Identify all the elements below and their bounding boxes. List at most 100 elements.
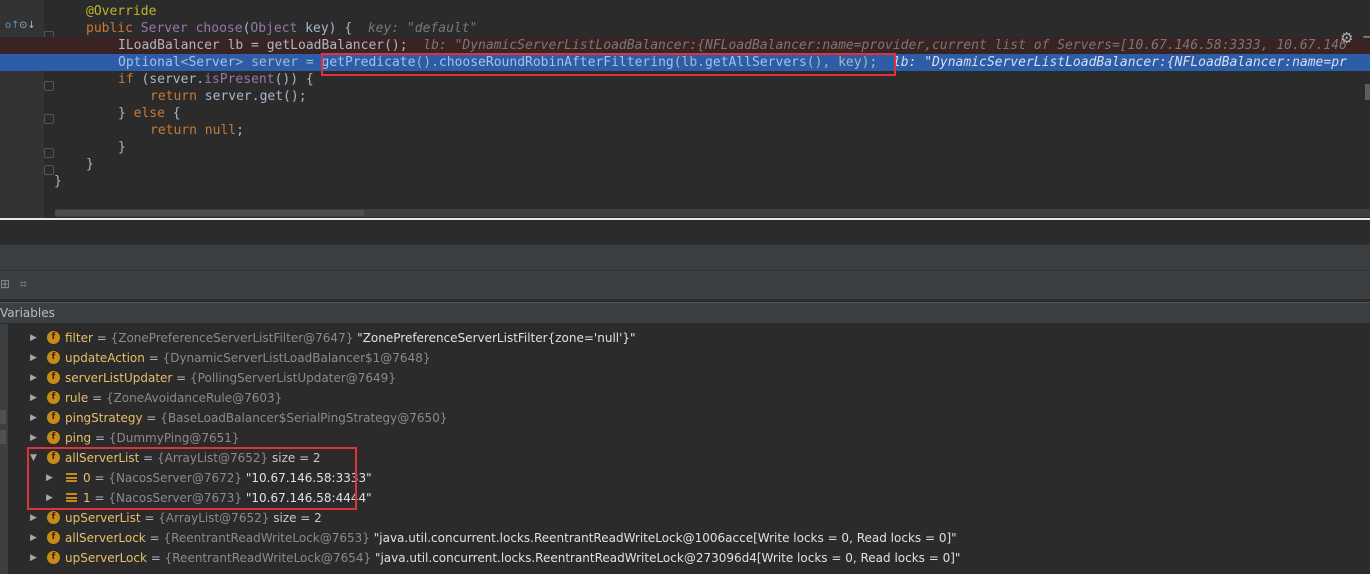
inline-debug-hint: lb: "DynamicServerListLoadBalancer:{NFLo… xyxy=(423,38,1347,53)
code-line[interactable]: return server.get(); xyxy=(0,88,1370,105)
restore-layout-icon[interactable]: ⊞ xyxy=(0,277,10,291)
field-icon: f xyxy=(47,511,60,524)
code-text: ILoadBalancer lb = getLoadBalancer(); xyxy=(118,38,408,53)
highlight-box-server-list xyxy=(27,447,357,510)
variable-text: ping = {DummyPing@7651} xyxy=(65,428,243,448)
gear-icon[interactable]: ⚙ xyxy=(1340,29,1353,47)
code-text: } xyxy=(118,140,126,155)
code-line[interactable]: } xyxy=(0,173,1370,190)
variable-row[interactable]: ▶ f updateAction = {DynamicServerListLoadB… xyxy=(0,348,1370,368)
code-text: (server. xyxy=(133,72,205,87)
variable-name: filter xyxy=(65,331,93,345)
variable-row[interactable]: ▶ f upServerLock = {ReentrantReadWriteLock… xyxy=(0,548,1370,568)
variable-type: {ArrayList@7652} xyxy=(158,511,270,525)
field-icon: f xyxy=(47,371,60,384)
variable-text: pingStrategy = {BaseLoadBalancer$SerialP… xyxy=(65,408,451,428)
variable-equals: = xyxy=(146,551,165,565)
expand-right-icon[interactable]: ▶ xyxy=(30,528,37,548)
variable-row[interactable]: ▶ f serverListUpdater = {PollingServerList… xyxy=(0,368,1370,388)
field-icon: f xyxy=(47,351,60,364)
code-line[interactable]: } xyxy=(0,139,1370,156)
code-text: } xyxy=(86,157,94,172)
variable-equals: = xyxy=(172,371,191,385)
code-editor[interactable]: o↑ ⊙↓ @Override public Server choose(Obj… xyxy=(0,0,1370,218)
debug-toolbar xyxy=(0,270,1370,299)
variable-type: {ZoneAvoidanceRule@7603} xyxy=(105,391,283,405)
type-name: Optional xyxy=(118,55,181,70)
code-text: ; xyxy=(236,123,244,138)
variable-name: upServerList xyxy=(65,511,141,525)
horizontal-scrollbar[interactable] xyxy=(55,209,1370,217)
variable-row[interactable]: ▶ f rule = {ZoneAvoidanceRule@7603} xyxy=(0,388,1370,408)
field-icon: f xyxy=(47,551,60,564)
keyword: else xyxy=(133,106,165,121)
expand-right-icon[interactable]: ▶ xyxy=(30,428,37,448)
inline-debug-hint-value: "default" xyxy=(406,21,478,36)
variable-name: upServerLock xyxy=(65,551,147,565)
type-name: Server xyxy=(188,55,236,70)
expand-right-icon[interactable]: ▶ xyxy=(30,348,37,368)
expand-right-icon[interactable]: ▶ xyxy=(30,328,37,348)
code-text: key) { xyxy=(297,21,353,36)
code-line[interactable]: } xyxy=(0,156,1370,173)
type-name: Server xyxy=(140,21,188,36)
field-icon: f xyxy=(47,391,60,404)
highlight-box-expression xyxy=(321,53,896,76)
inline-debug-hint: key: xyxy=(367,21,407,36)
expand-right-icon[interactable]: ▶ xyxy=(30,368,37,388)
layout-icon[interactable]: ⌗ xyxy=(20,277,27,292)
variable-equals: = xyxy=(91,431,109,445)
expand-right-icon[interactable]: ▶ xyxy=(30,408,37,428)
field-icon: f xyxy=(47,411,60,424)
variable-name: ping xyxy=(65,431,92,445)
scrollbar-thumb[interactable] xyxy=(55,210,365,216)
variable-type: {BaseLoadBalancer$SerialPingStrategy@765… xyxy=(160,411,448,425)
variable-type: {DummyPing@7651} xyxy=(108,431,240,445)
variable-equals: = xyxy=(140,511,159,525)
code-text: } xyxy=(54,174,62,189)
variable-name: rule xyxy=(65,391,89,405)
variable-row[interactable]: ▶ f allServerLock = {ReentrantReadWriteLoc… xyxy=(0,528,1370,548)
breakpoint-line[interactable]: ILoadBalancer lb = getLoadBalancer(); lb… xyxy=(0,37,1370,54)
code-line[interactable]: } else { xyxy=(0,105,1370,122)
variable-name: updateAction xyxy=(65,351,145,365)
method-name: isPresent xyxy=(204,72,275,87)
field-icon: f xyxy=(47,431,60,444)
variable-name: serverListUpdater xyxy=(65,371,173,385)
variable-text: updateAction = {DynamicServerListLoadBal… xyxy=(65,348,434,368)
code-line[interactable]: return null; xyxy=(0,122,1370,139)
variable-text: filter = {ZonePreferenceServerListFilter… xyxy=(65,328,636,348)
variable-row[interactable]: ▶ f upServerList = {ArrayList@7652} size =… xyxy=(0,508,1370,528)
code-text: server.get(); xyxy=(196,89,307,104)
code-line[interactable]: @Override xyxy=(0,3,1370,20)
variable-equals: = xyxy=(142,411,161,425)
expand-right-icon[interactable]: ▶ xyxy=(30,388,37,408)
variable-text: upServerLock = {ReentrantReadWriteLock@7… xyxy=(65,548,960,568)
variables-header: Variables xyxy=(0,302,1370,323)
annotation-text: @Override xyxy=(86,4,157,19)
variable-equals: = xyxy=(88,391,106,405)
debug-tab-bar xyxy=(0,244,1370,271)
variable-text: upServerList = {ArrayList@7652} size = 2 xyxy=(65,508,322,528)
type-name: Object xyxy=(250,21,298,36)
code-line[interactable]: public Server choose(Object key) { key: … xyxy=(0,20,1370,37)
variable-type: {DynamicServerListLoadBalancer$1@7648} xyxy=(162,351,431,365)
expand-right-icon[interactable]: ▶ xyxy=(30,548,37,568)
inline-debug-hint: lb: "DynamicServerListLoadBalancer:{NFLo… xyxy=(892,55,1347,70)
field-icon: f xyxy=(47,331,60,344)
variable-value: "java.util.concurrent.locks.ReentrantRea… xyxy=(374,551,961,565)
variable-row[interactable]: ▶ f pingStrategy = {BaseLoadBalancer$Seria… xyxy=(0,408,1370,428)
vertical-scrollbar-thumb[interactable] xyxy=(1365,84,1370,100)
variable-row[interactable]: ▶ f filter = {ZonePreferenceServerListFilt… xyxy=(0,328,1370,348)
keyword: null xyxy=(196,123,237,138)
variable-text: serverListUpdater = {PollingServerListUp… xyxy=(65,368,400,388)
minimize-icon[interactable]: − xyxy=(1362,30,1370,45)
variable-name: allServerLock xyxy=(65,531,146,545)
variable-type: {ReentrantReadWriteLock@7653} xyxy=(163,531,370,545)
expand-right-icon[interactable]: ▶ xyxy=(30,508,37,528)
variable-type: {ReentrantReadWriteLock@7654} xyxy=(164,551,372,565)
keyword: return xyxy=(150,89,197,104)
code-text: ()) { xyxy=(274,72,314,87)
variable-type: {ZonePreferenceServerListFilter@7647} xyxy=(110,331,354,345)
variable-row[interactable]: ▶ f ping = {DummyPing@7651} xyxy=(0,428,1370,448)
